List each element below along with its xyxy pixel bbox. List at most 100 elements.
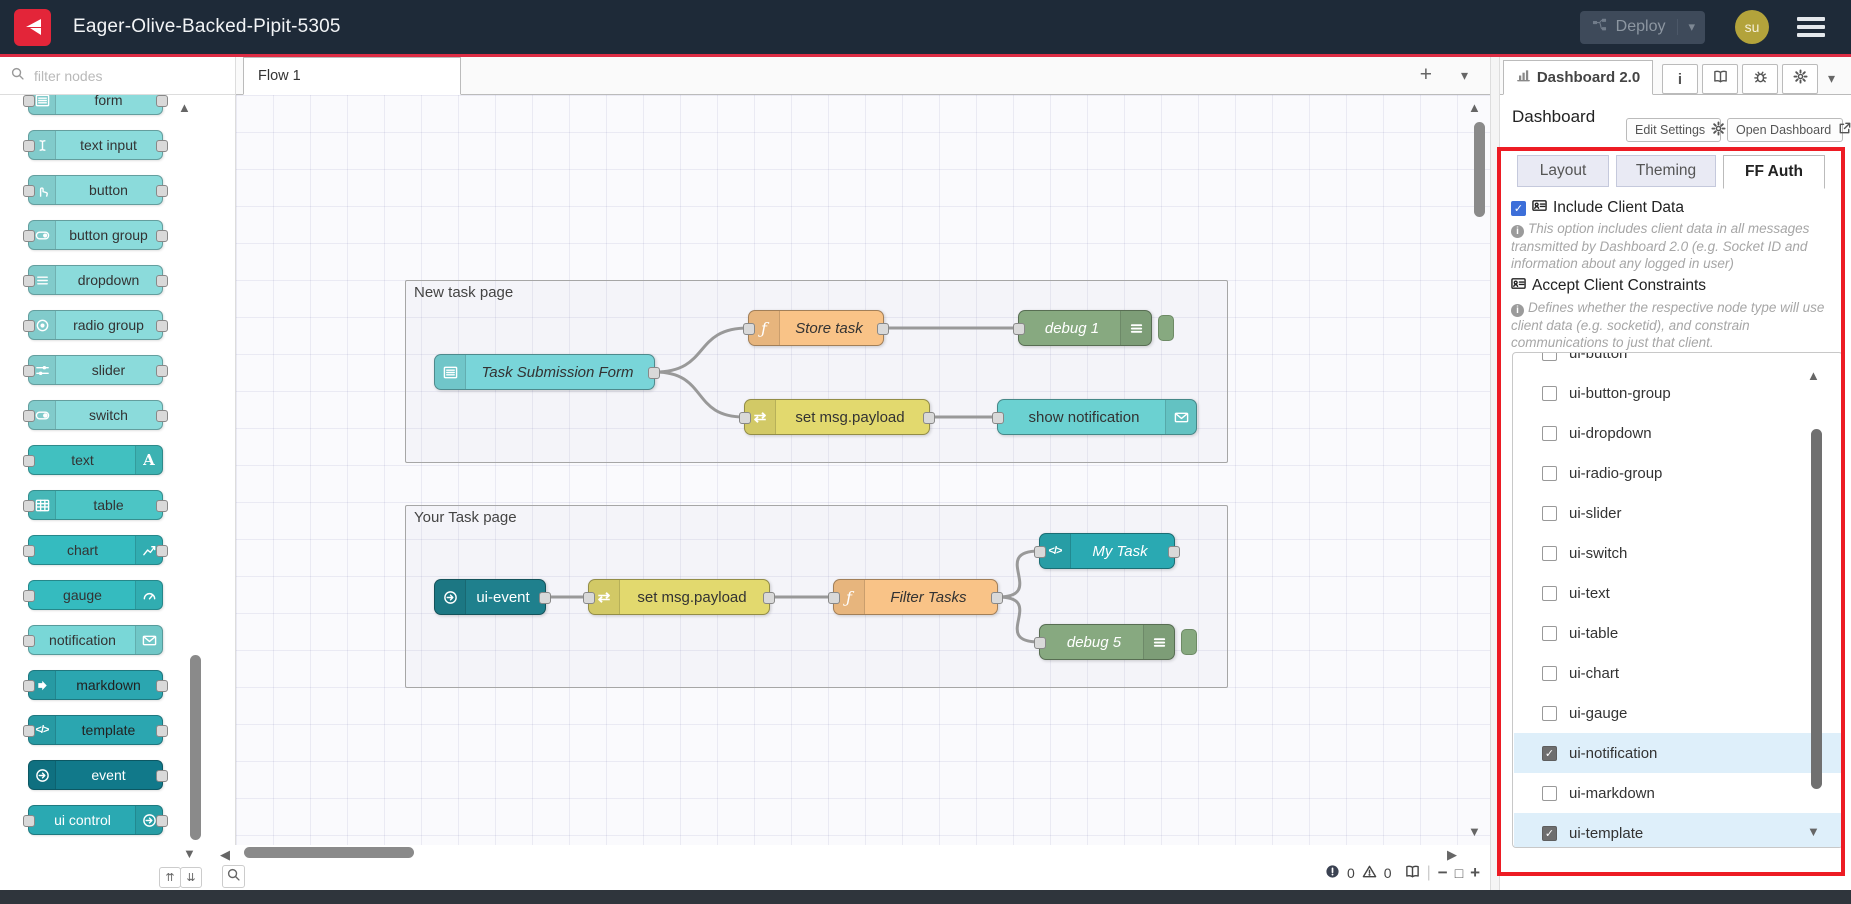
output-port[interactable] [763,592,775,604]
output-port[interactable] [156,815,168,827]
output-port[interactable] [648,367,660,379]
input-port[interactable] [23,815,35,827]
open-dashboard-button[interactable]: Open Dashboard [1727,118,1843,142]
input-port[interactable] [1013,323,1025,335]
palette-node-button-group[interactable]: button group [28,220,163,250]
checkbox-ui-button[interactable] [1542,352,1557,361]
zoom-in-button[interactable]: + [1470,863,1480,883]
palette-node-radio-group[interactable]: radio group [28,310,163,340]
input-port[interactable] [23,455,35,467]
flow-node-debug-5[interactable]: debug 5 [1039,624,1175,660]
search-flows-button[interactable] [222,865,245,888]
list-item-ui-text[interactable]: ui-text [1514,573,1841,613]
user-avatar[interactable]: su [1735,10,1769,44]
input-port[interactable] [23,275,35,287]
canvas-scroll-right-icon[interactable]: ▶ [1447,848,1457,861]
input-port[interactable] [583,592,595,604]
input-port[interactable] [23,590,35,602]
list-item-ui-dropdown[interactable]: ui-dropdown [1514,413,1841,453]
output-port[interactable] [156,275,168,287]
checkbox-ui-dropdown[interactable] [1542,426,1557,441]
palette-node-dropdown[interactable]: dropdown [28,265,163,295]
checkbox-ui-table[interactable] [1542,626,1557,641]
palette-scrollbar-thumb[interactable] [190,655,201,840]
debug-sidebar-button[interactable] [1742,64,1778,94]
list-item-ui-button-group[interactable]: ui-button-group [1514,373,1841,413]
flow-node-show-notification[interactable]: show notification [997,399,1197,435]
input-port[interactable] [1034,637,1046,649]
flow-node-debug-1[interactable]: debug 1 [1018,310,1152,346]
flow-node-set-msg-payload[interactable]: ⇄set msg.payload [588,579,770,615]
config-sidebar-button[interactable] [1782,64,1818,94]
palette-node-markdown[interactable]: markdown [28,670,163,700]
flow-node-filter-tasks[interactable]: ƒFilter Tasks [833,579,998,615]
palette-node-ui-control[interactable]: ui control [28,805,163,835]
checkbox-ui-chart[interactable] [1542,666,1557,681]
list-item-ui-markdown[interactable]: ui-markdown [1514,773,1841,813]
listbox-scroll-up-icon[interactable]: ▲ [1807,369,1820,382]
input-port[interactable] [23,95,35,107]
zoom-out-button[interactable]: − [1438,863,1448,883]
canvas-hscrollbar-thumb[interactable] [244,847,414,858]
input-port[interactable] [23,725,35,737]
input-port[interactable] [739,412,751,424]
tab-layout[interactable]: Layout [1517,155,1609,187]
checkbox-ui-template[interactable]: ✓ [1542,826,1557,841]
flow-node-task-submission-form[interactable]: Task Submission Form [434,354,655,390]
output-port[interactable] [156,545,168,557]
flow-node-my-task[interactable]: </>My Task [1039,533,1175,569]
input-port[interactable] [743,323,755,335]
input-port[interactable] [828,592,840,604]
listbox-scrollbar-thumb[interactable] [1811,429,1822,789]
include-client-data-checkbox[interactable]: ✓ [1511,201,1526,216]
output-port[interactable] [156,230,168,242]
deploy-button[interactable]: Deploy ▾ [1580,11,1705,44]
zoom-reset-button[interactable]: □ [1455,865,1463,881]
output-port[interactable] [991,592,1003,604]
flow-list-caret-icon[interactable]: ▾ [1461,67,1468,84]
palette-node-switch[interactable]: switch [28,400,163,430]
output-port[interactable] [156,95,168,107]
output-port[interactable] [156,770,168,782]
debug-toggle-button[interactable] [1158,315,1174,341]
sidebar-splitter[interactable] [1490,57,1500,890]
expand-groups-button[interactable]: ⇊ [180,867,202,888]
input-port[interactable] [23,500,35,512]
canvas-scroll-left-icon[interactable]: ◀ [220,848,230,861]
checkbox-ui-switch[interactable] [1542,546,1557,561]
output-port[interactable] [156,365,168,377]
list-item-ui-template[interactable]: ✓ui-template [1514,813,1841,848]
output-port[interactable] [156,680,168,692]
flow-canvas[interactable]: New task pageYour Task pageTask Submissi… [236,95,1490,845]
info-sidebar-button[interactable]: i [1662,64,1698,94]
navigator-icon[interactable] [1405,864,1420,882]
error-count-icon[interactable] [1325,864,1340,882]
input-port[interactable] [23,365,35,377]
collapse-groups-button[interactable]: ⇈ [159,867,181,888]
help-sidebar-button[interactable] [1702,64,1738,94]
input-port[interactable] [23,320,35,332]
palette-node-event[interactable]: event [28,760,163,790]
list-item-ui-radio-group[interactable]: ui-radio-group [1514,453,1841,493]
output-port[interactable] [923,412,935,424]
input-port[interactable] [992,412,1004,424]
palette-node-form[interactable]: form [28,95,163,115]
palette-scroll-down-icon[interactable]: ▼ [183,847,196,860]
output-port[interactable] [156,320,168,332]
input-port[interactable] [23,140,35,152]
main-menu-button[interactable] [1797,13,1825,41]
output-port[interactable] [1168,546,1180,558]
output-port[interactable] [156,725,168,737]
tab-theming[interactable]: Theming [1616,155,1716,187]
palette-node-text[interactable]: Atext [28,445,163,475]
checkbox-ui-gauge[interactable] [1542,706,1557,721]
canvas-scroll-up-icon[interactable]: ▲ [1468,101,1481,114]
list-item-ui-chart[interactable]: ui-chart [1514,653,1841,693]
list-item-ui-button[interactable]: ui-button [1514,352,1841,373]
palette-node-gauge[interactable]: gauge [28,580,163,610]
palette-node-text-input[interactable]: text input [28,130,163,160]
output-port[interactable] [156,500,168,512]
input-port[interactable] [23,185,35,197]
output-port[interactable] [156,185,168,197]
add-flow-button[interactable]: + [1420,64,1432,86]
